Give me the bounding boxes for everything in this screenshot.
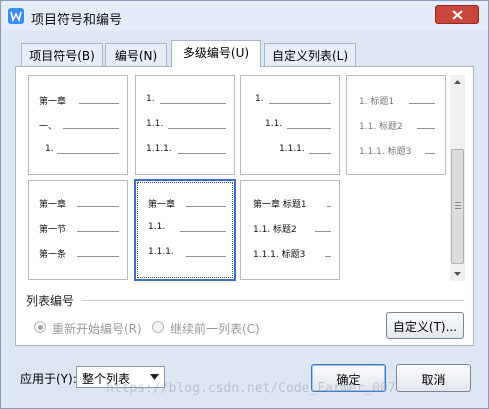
- tab-bullets[interactable]: 项目符号(B): [21, 43, 103, 66]
- thumb-line-label: 第一章: [39, 200, 67, 210]
- thumb-line-label: 1.1.: [148, 222, 166, 232]
- customize-button[interactable]: 自定义(T)...: [386, 312, 464, 339]
- thumb-line-label: 1.1. 标题2: [253, 225, 297, 235]
- thumb-line-label: 1.1.: [146, 119, 164, 129]
- wps-writer-icon: [8, 8, 24, 24]
- thumb-line-label: 1.1.1.: [148, 247, 174, 257]
- gallery-scrollbar[interactable]: [450, 75, 465, 281]
- tab-panel: 第一章 一、 1. 1. 1.1. 1.1.1. 1. 1.1. 1.1.1. …: [15, 66, 474, 346]
- thumb-line-label: 第一条: [39, 250, 67, 260]
- radio-dot: [34, 321, 46, 333]
- numbering-style-chapter-decimal[interactable]: 第一章 1.1. 1.1.1.: [134, 179, 236, 281]
- scroll-up-arrow-icon[interactable]: [450, 75, 465, 89]
- thumb-line-label: 第一章: [39, 97, 67, 107]
- title-bar: 项目符号和编号: [1, 1, 488, 31]
- numbering-style-decimal-a[interactable]: 1. 1.1. 1.1.1.: [135, 75, 235, 175]
- thumb-line-label: 1.: [146, 94, 155, 104]
- chevron-down-icon: [150, 374, 159, 380]
- thumb-line-label: 1. 标题1: [359, 97, 395, 107]
- numbering-style-heading-decimal[interactable]: 1. 标题1 1.1. 标题2 1.1.1. 标题3: [346, 75, 446, 175]
- watermark-text: https://blog.csdn.net/Code_Farmer_007: [106, 381, 396, 396]
- thumb-line-label: 1.1.1.: [279, 144, 305, 154]
- apply-to-label: 应用于(Y):: [20, 372, 77, 386]
- restart-numbering-radio[interactable]: 重新开始编号(R): [34, 319, 156, 336]
- thumb-line-label: 1.1. 标题2: [359, 122, 403, 132]
- close-icon: [452, 10, 463, 20]
- thumb-line-label: 第一章: [148, 200, 176, 210]
- restart-numbering-label: 重新开始编号(R): [52, 322, 142, 336]
- tab-numbering[interactable]: 编号(N): [105, 43, 167, 66]
- numbering-style-decimal-indented[interactable]: 1. 1.1. 1.1.1.: [240, 75, 340, 175]
- thumb-line-label: 1.1.: [265, 119, 283, 129]
- scrollbar-thumb[interactable]: [451, 149, 464, 264]
- numbering-style-chapter-chinese[interactable]: 第一章 一、 1.: [28, 75, 128, 175]
- list-numbering-section-label: 列表编号: [26, 294, 75, 308]
- thumb-line-label: 1.: [255, 94, 264, 104]
- radio-dot: [152, 321, 164, 333]
- tab-multilevel-numbering[interactable]: 多级编号(U): [171, 40, 261, 67]
- continue-list-label: 继续前一列表(C): [170, 322, 260, 336]
- thumb-line-label: 第一节: [39, 225, 67, 235]
- close-button[interactable]: [435, 5, 479, 24]
- dialog-title: 项目符号和编号: [31, 13, 123, 28]
- thumb-line-label: 1.1.1.: [146, 144, 172, 154]
- thumb-line-label: 1.1.1. 标题3: [359, 147, 412, 157]
- grip-icon: [455, 202, 461, 209]
- tab-custom-list[interactable]: 自定义列表(L): [264, 43, 356, 66]
- thumb-line-label: 第一章 标题1: [253, 200, 307, 210]
- multilevel-gallery: 第一章 一、 1. 1. 1.1. 1.1.1. 1. 1.1. 1.1.1. …: [26, 73, 461, 285]
- continue-list-radio[interactable]: 继续前一列表(C): [152, 319, 264, 336]
- thumb-line-label: 1.1.1. 标题3: [253, 250, 306, 260]
- section-divider: [82, 300, 464, 301]
- scroll-down-arrow-icon[interactable]: [450, 267, 465, 281]
- bullets-numbering-dialog: 项目符号和编号 项目符号(B) 编号(N) 多级编号(U) 自定义列表(L) 第…: [0, 0, 489, 409]
- numbering-style-chapter-section-article[interactable]: 第一章 第一节 第一条: [28, 180, 128, 280]
- cancel-button[interactable]: 取消: [396, 364, 471, 392]
- numbering-style-chapter-heading[interactable]: 第一章 标题1 1.1. 标题2 1.1.1. 标题3: [240, 180, 340, 280]
- thumb-line-label: 一、: [39, 122, 58, 132]
- thumb-line-label: 1.: [45, 144, 54, 154]
